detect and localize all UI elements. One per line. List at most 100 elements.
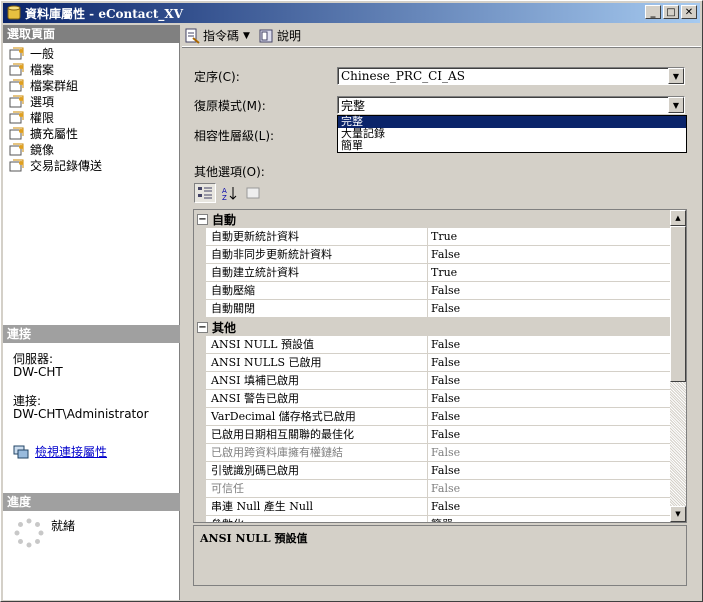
property-row[interactable]: 自動非同步更新統計資料 False [194, 246, 670, 264]
progress-header: 進度 [3, 493, 180, 511]
title-bar[interactable]: 資料庫屬性 - eContact_XV _ □ ✕ [3, 3, 700, 23]
svg-text:Z: Z [222, 194, 227, 201]
page-item-label: 檔案群組 [30, 78, 79, 93]
connection-properties-icon [13, 445, 29, 458]
property-row[interactable]: 自動壓縮 False [194, 282, 670, 300]
property-row[interactable]: ANSI 警告已啟用 False [194, 390, 670, 408]
property-name: ANSI 填補已啟用 [206, 372, 428, 390]
property-row[interactable]: ANSI NULL 預設值 False [194, 336, 670, 354]
grid-category[interactable]: − 其他 [194, 318, 670, 336]
property-row[interactable]: ANSI 填補已啟用 False [194, 372, 670, 390]
dropdown-option[interactable]: 大量記錄 [338, 128, 686, 140]
property-value[interactable]: False [428, 354, 670, 372]
maximize-button[interactable]: □ [663, 5, 679, 19]
property-value[interactable]: False [428, 372, 670, 390]
chevron-down-icon[interactable]: ▼ [668, 97, 684, 113]
collapse-icon[interactable]: − [197, 321, 208, 333]
page-item[interactable]: 檔案 [3, 61, 179, 77]
close-button[interactable]: ✕ [681, 5, 697, 19]
page-item[interactable]: 權限 [3, 109, 179, 125]
help-label: 說明 [276, 29, 301, 43]
page-list: 一般 檔案 檔案群組 選項 權限 擴充屬性 鏡像 交易記錄傳送 [3, 43, 179, 173]
page-item[interactable]: 一般 [3, 45, 179, 61]
categorized-button[interactable] [194, 183, 216, 203]
page-item[interactable]: 交易記錄傳送 [3, 157, 179, 173]
progress-section: 進度 就緒 [3, 493, 180, 549]
view-connection-properties-link[interactable]: 檢視連接屬性 [13, 443, 180, 460]
property-row[interactable]: 自動關閉 False [194, 300, 670, 318]
scroll-down-arrow-icon[interactable]: ▼ [670, 506, 686, 522]
collation-value: Chinese_PRC_CI_AS [341, 69, 465, 83]
other-options-label: 其他選項(O): [194, 165, 265, 179]
connection-header: 連接 [3, 325, 180, 343]
page-item[interactable]: 選項 [3, 93, 179, 109]
property-value[interactable]: 簡單 [428, 516, 670, 522]
toolbar: 指令碼 ▼ 說明 [182, 25, 701, 47]
connection-value: DW-CHT\Administrator [13, 407, 149, 421]
script-icon [185, 28, 200, 44]
database-properties-window: 資料庫屬性 - eContact_XV _ □ ✕ 選取頁面 一般 檔案 檔案群組選… [0, 0, 703, 602]
property-value[interactable]: True [428, 228, 670, 246]
property-row[interactable]: 自動建立統計資料 True [194, 264, 670, 282]
scroll-up-arrow-icon[interactable]: ▲ [670, 210, 686, 226]
property-row[interactable]: VarDecimal 儲存格式已啟用 False [194, 408, 670, 426]
property-value[interactable]: False [428, 498, 670, 516]
connection-section: 連接 伺服器: DW-CHT 連接: DW-CHT\Administrator … [3, 325, 180, 460]
page-item[interactable]: 檔案群組 [3, 77, 179, 93]
page-item-label: 權限 [30, 110, 55, 125]
vertical-scrollbar[interactable]: ▲ ▼ [670, 210, 686, 522]
property-value[interactable]: False [428, 390, 670, 408]
page-item-label: 交易記錄傳送 [30, 158, 103, 173]
page-icon [9, 143, 24, 155]
property-value[interactable]: False [428, 462, 670, 480]
property-row[interactable]: 已啟用跨資料庫擁有權鏈結 False [194, 444, 670, 462]
property-row[interactable]: 已啟用日期相互關聯的最佳化 False [194, 426, 670, 444]
recovery-label: 復原模式(M): [194, 98, 266, 113]
scrollbar-thumb[interactable] [670, 226, 686, 382]
help-icon [259, 29, 273, 42]
property-value[interactable]: False [428, 480, 670, 498]
category-label: 自動 [212, 212, 237, 227]
property-value[interactable]: False [428, 444, 670, 462]
property-value[interactable]: False [428, 300, 670, 318]
collation-row: 定序(C): Chinese_PRC_CI_AS ▼ [194, 67, 685, 85]
property-name: 自動非同步更新統計資料 [206, 246, 428, 264]
collation-label: 定序(C): [194, 69, 240, 84]
property-value[interactable]: False [428, 282, 670, 300]
property-value[interactable]: True [428, 264, 670, 282]
script-button[interactable]: 指令碼 ▼ [184, 27, 250, 44]
property-value[interactable]: False [428, 426, 670, 444]
property-row[interactable]: ANSI NULLS 已啟用 False [194, 354, 670, 372]
property-pages-icon [246, 187, 260, 199]
minimize-button[interactable]: _ [645, 5, 661, 19]
property-row[interactable]: 參數化簡單 [194, 516, 670, 522]
property-row[interactable]: 可信任 False [194, 480, 670, 498]
recovery-model-combo[interactable]: 完整 ▼ [337, 96, 685, 114]
page-icon [9, 63, 24, 75]
property-name: 已啟用跨資料庫擁有權鏈結 [206, 444, 428, 462]
property-value[interactable]: False [428, 246, 670, 264]
page-item[interactable]: 擴充屬性 [3, 125, 179, 141]
property-value[interactable]: False [428, 408, 670, 426]
grid-toolbar: A Z [194, 183, 264, 203]
grid-category[interactable]: − 自動 [194, 210, 670, 228]
category-label: 其他 [212, 320, 237, 335]
view-connection-properties-label: 檢視連接屬性 [35, 445, 108, 459]
page-item[interactable]: 鏡像 [3, 141, 179, 157]
help-button[interactable]: 說明 [258, 27, 301, 44]
page-icon [9, 47, 24, 59]
dropdown-option[interactable]: 簡單 [338, 140, 686, 152]
collapse-icon[interactable]: − [197, 213, 208, 225]
alphabetical-button[interactable]: A Z [218, 183, 240, 203]
chevron-down-icon[interactable]: ▼ [668, 68, 684, 84]
property-value[interactable]: False [428, 336, 670, 354]
property-pages-button[interactable] [242, 183, 264, 203]
property-description: ANSI NULL 預設值 [193, 525, 687, 586]
property-name: ANSI NULL 預設值 [206, 336, 428, 354]
property-name: 引號識別碼已啟用 [206, 462, 428, 480]
dropdown-option[interactable]: 完整 [338, 116, 686, 128]
collation-combo[interactable]: Chinese_PRC_CI_AS ▼ [337, 67, 685, 85]
property-row[interactable]: 自動更新統計資料 True [194, 228, 670, 246]
property-row[interactable]: 串連 Null 產生 Null False [194, 498, 670, 516]
property-row[interactable]: 引號識別碼已啟用 False [194, 462, 670, 480]
